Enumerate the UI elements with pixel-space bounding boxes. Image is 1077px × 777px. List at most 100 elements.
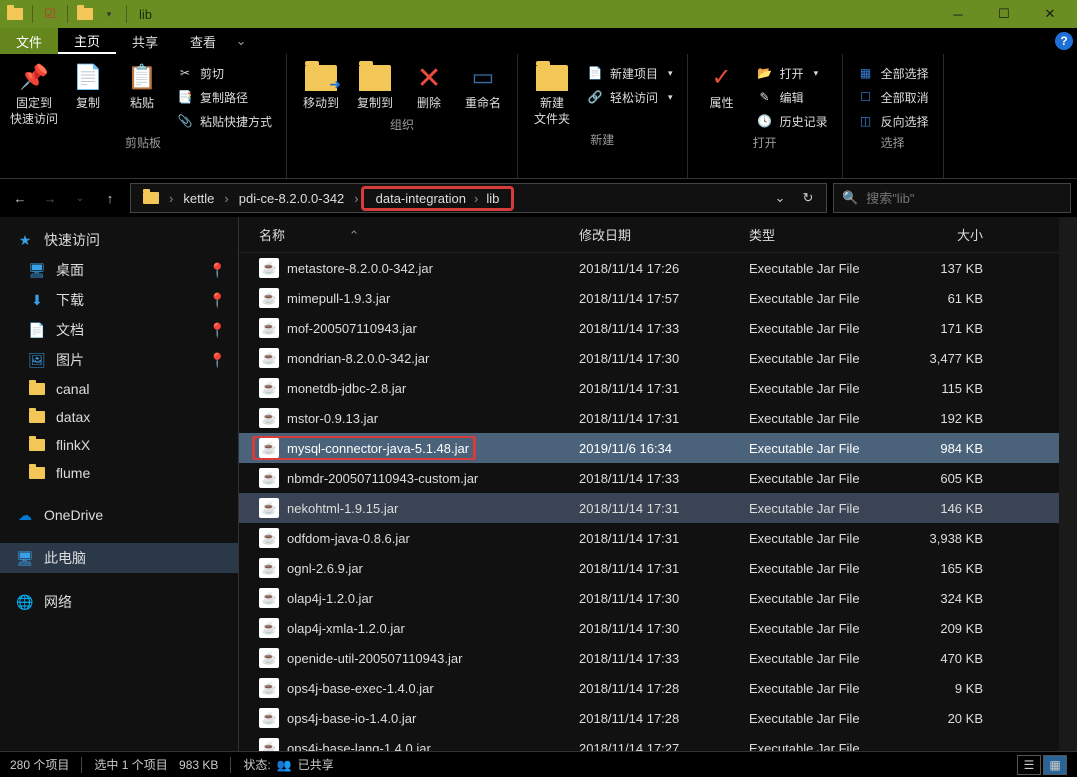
sidebar-item[interactable]: 🖼图片📍 bbox=[0, 345, 238, 375]
minimize-button[interactable]: ─ bbox=[935, 0, 981, 28]
pic-icon: 🖼 bbox=[28, 351, 46, 369]
view-details-button[interactable]: ☰ bbox=[1017, 755, 1041, 775]
column-header-name[interactable]: 名称 ⌃ bbox=[251, 223, 571, 246]
chevron-right-icon[interactable]: › bbox=[472, 191, 480, 206]
breadcrumb[interactable]: pdi-ce-8.2.0.0-342 bbox=[231, 191, 353, 206]
file-name: mstor-0.9.13.jar bbox=[287, 411, 378, 426]
maximize-button[interactable]: ☐ bbox=[981, 0, 1027, 28]
cut-button[interactable]: ✂剪切 bbox=[170, 62, 278, 84]
file-row[interactable]: ops4j-base-lang-1.4.0.jar2018/11/14 17:2… bbox=[239, 733, 1059, 751]
delete-button[interactable]: ✕删除 bbox=[403, 58, 455, 114]
qat-dropdown-icon[interactable]: ▾ bbox=[98, 3, 120, 25]
new-item-button[interactable]: 📄新建项目▾ bbox=[580, 62, 679, 84]
file-row[interactable]: mimepull-1.9.3.jar2018/11/14 17:57Execut… bbox=[239, 283, 1059, 313]
file-row[interactable]: ops4j-base-exec-1.4.0.jar2018/11/14 17:2… bbox=[239, 673, 1059, 703]
chevron-right-icon[interactable]: › bbox=[222, 191, 230, 206]
file-name: mysql-connector-java-5.1.48.jar bbox=[287, 441, 469, 456]
column-header-size[interactable]: 大小 bbox=[901, 223, 991, 246]
paste-shortcut-button[interactable]: 📎粘贴快捷方式 bbox=[170, 110, 278, 132]
tab-home[interactable]: 主页 bbox=[58, 28, 116, 54]
sidebar-item[interactable]: 🖥桌面📍 bbox=[0, 255, 238, 285]
scrollbar[interactable] bbox=[1059, 217, 1077, 751]
address-dropdown[interactable]: ⌄ bbox=[766, 184, 794, 212]
cloud-icon: ☁ bbox=[16, 506, 34, 524]
move-to-button[interactable]: ➜移动到 bbox=[295, 58, 347, 114]
file-row[interactable]: olap4j-1.2.0.jar2018/11/14 17:30Executab… bbox=[239, 583, 1059, 613]
file-row[interactable]: openide-util-200507110943.jar2018/11/14 … bbox=[239, 643, 1059, 673]
file-row[interactable]: nbmdr-200507110943-custom.jar2018/11/14 … bbox=[239, 463, 1059, 493]
easy-access-button[interactable]: 🔗轻松访问▾ bbox=[580, 86, 679, 108]
file-row[interactable]: odfdom-java-0.8.6.jar2018/11/14 17:31Exe… bbox=[239, 523, 1059, 553]
pin-icon: 📍 bbox=[209, 262, 226, 279]
help-button[interactable]: ? bbox=[1051, 28, 1077, 54]
sidebar-network[interactable]: 🌐网络 bbox=[0, 587, 238, 617]
file-date: 2018/11/14 17:30 bbox=[571, 619, 741, 638]
file-date: 2018/11/14 17:31 bbox=[571, 379, 741, 398]
recent-dropdown[interactable]: ⌄ bbox=[66, 184, 94, 212]
invert-selection-button[interactable]: ◫反向选择 bbox=[851, 110, 935, 132]
open-button[interactable]: 📂打开▾ bbox=[750, 62, 834, 84]
sidebar-item[interactable]: 📄文档📍 bbox=[0, 315, 238, 345]
forward-button[interactable]: → bbox=[36, 184, 64, 212]
jar-icon bbox=[259, 648, 279, 668]
back-button[interactable]: ← bbox=[6, 184, 34, 212]
sidebar-quick-access[interactable]: ★快速访问 bbox=[0, 225, 238, 255]
chevron-right-icon[interactable]: › bbox=[167, 191, 175, 206]
paste-button[interactable]: 📋 粘贴 bbox=[116, 58, 168, 114]
file-row[interactable]: metastore-8.2.0.0-342.jar2018/11/14 17:2… bbox=[239, 253, 1059, 283]
edit-button[interactable]: ✎编辑 bbox=[750, 86, 834, 108]
up-button[interactable]: ↑ bbox=[96, 184, 124, 212]
tab-share[interactable]: 共享 bbox=[116, 28, 174, 54]
view-icons-button[interactable]: ▦ bbox=[1043, 755, 1067, 775]
file-row[interactable]: mof-200507110943.jar2018/11/14 17:33Exec… bbox=[239, 313, 1059, 343]
copy-path-button[interactable]: 📑复制路径 bbox=[170, 86, 278, 108]
column-header-date[interactable]: 修改日期 bbox=[571, 223, 741, 246]
sidebar-item[interactable]: flinkX bbox=[0, 431, 238, 459]
rename-button[interactable]: ▭重命名 bbox=[457, 58, 509, 114]
breadcrumb[interactable]: data-integration bbox=[370, 191, 472, 206]
file-name: ognl-2.6.9.jar bbox=[287, 561, 363, 576]
properties-icon[interactable]: ☑ bbox=[39, 3, 61, 25]
sidebar-this-pc[interactable]: 🖥此电脑 bbox=[0, 543, 238, 573]
ribbon: 📌 固定到 快速访问 📄 复制 📋 粘贴 ✂剪切 📑复制路径 📎粘贴快捷方式 剪… bbox=[0, 54, 1077, 179]
breadcrumb[interactable]: lib bbox=[480, 191, 505, 206]
file-row[interactable]: mstor-0.9.13.jar2018/11/14 17:31Executab… bbox=[239, 403, 1059, 433]
tab-view[interactable]: 查看 bbox=[174, 28, 232, 54]
file-row[interactable]: nekohtml-1.9.15.jar2018/11/14 17:31Execu… bbox=[239, 493, 1059, 523]
content-area: ★快速访问 🖥桌面📍⬇下载📍📄文档📍🖼图片📍canaldataxflinkXfl… bbox=[0, 217, 1077, 751]
refresh-button[interactable]: ↻ bbox=[794, 184, 822, 212]
pin-to-quick-access-button[interactable]: 📌 固定到 快速访问 bbox=[8, 58, 60, 129]
tab-file[interactable]: 文件 bbox=[0, 28, 58, 54]
file-row[interactable]: olap4j-xmla-1.2.0.jar2018/11/14 17:30Exe… bbox=[239, 613, 1059, 643]
folder-icon[interactable] bbox=[74, 3, 96, 25]
breadcrumb[interactable]: kettle bbox=[175, 191, 222, 206]
search-input[interactable] bbox=[866, 191, 1062, 206]
address-bar[interactable]: › kettle › pdi-ce-8.2.0.0-342 › data-int… bbox=[130, 183, 827, 213]
file-row[interactable]: ops4j-base-io-1.4.0.jar2018/11/14 17:28E… bbox=[239, 703, 1059, 733]
select-none-button[interactable]: ☐全部取消 bbox=[851, 86, 935, 108]
sidebar-item[interactable]: flume bbox=[0, 459, 238, 487]
sidebar-item[interactable]: canal bbox=[0, 375, 238, 403]
close-button[interactable]: ✕ bbox=[1027, 0, 1073, 28]
sidebar-item[interactable]: ⬇下载📍 bbox=[0, 285, 238, 315]
column-header-type[interactable]: 类型 bbox=[741, 223, 901, 246]
desktop-icon: 🖥 bbox=[28, 261, 46, 279]
copy-button[interactable]: 📄 复制 bbox=[62, 58, 114, 114]
copy-to-button[interactable]: 复制到 bbox=[349, 58, 401, 114]
history-button[interactable]: 🕓历史记录 bbox=[750, 110, 834, 132]
properties-button[interactable]: ✓属性 bbox=[696, 58, 748, 114]
search-box[interactable]: 🔍 bbox=[833, 183, 1071, 213]
collapse-ribbon-icon[interactable]: ⌄ bbox=[232, 28, 250, 54]
sidebar-item[interactable]: datax bbox=[0, 403, 238, 431]
select-all-button[interactable]: ▦全部选择 bbox=[851, 62, 935, 84]
chevron-right-icon[interactable]: › bbox=[352, 191, 360, 206]
file-row[interactable]: mondrian-8.2.0.0-342.jar2018/11/14 17:30… bbox=[239, 343, 1059, 373]
file-name: metastore-8.2.0.0-342.jar bbox=[287, 261, 433, 276]
file-row[interactable]: ognl-2.6.9.jar2018/11/14 17:31Executable… bbox=[239, 553, 1059, 583]
sidebar-onedrive[interactable]: ☁OneDrive bbox=[0, 501, 238, 529]
file-row[interactable]: mysql-connector-java-5.1.48.jar2019/11/6… bbox=[239, 433, 1059, 463]
new-folder-button[interactable]: 新建 文件夹 bbox=[526, 58, 578, 129]
file-name: mof-200507110943.jar bbox=[287, 321, 417, 336]
file-row[interactable]: monetdb-jdbc-2.8.jar2018/11/14 17:31Exec… bbox=[239, 373, 1059, 403]
jar-icon bbox=[259, 678, 279, 698]
